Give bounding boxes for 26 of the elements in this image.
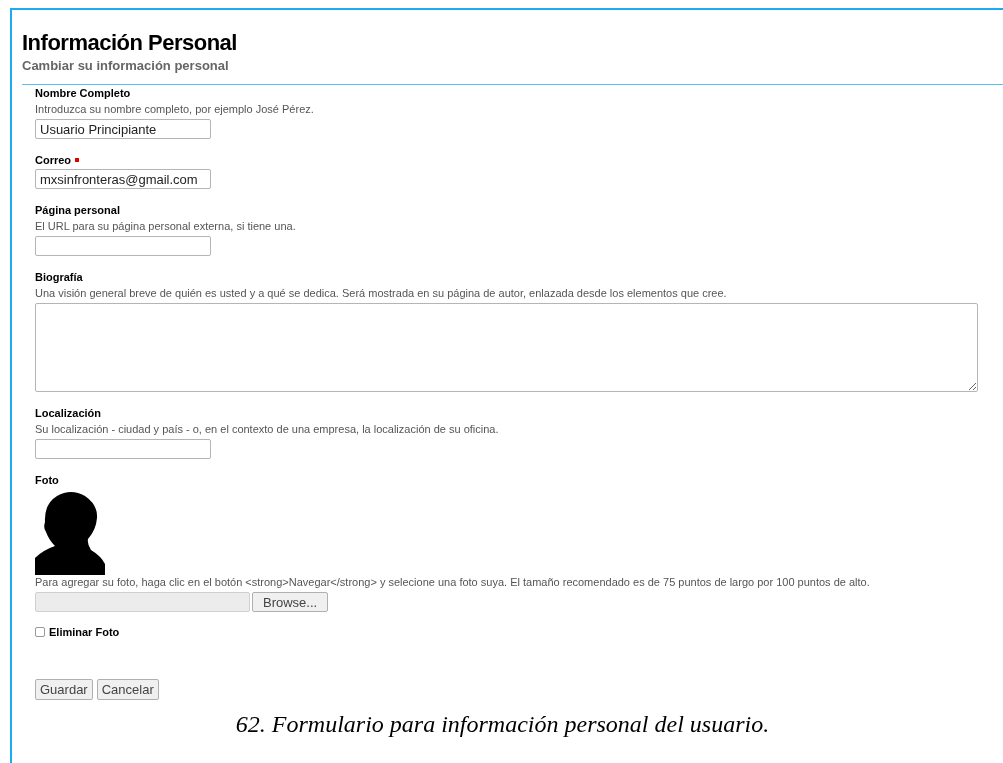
form-button[interactable]: Guardar bbox=[35, 678, 93, 700]
text-area[interactable] bbox=[35, 303, 978, 392]
figure-caption: 62. Formulario para información personal del usuario. bbox=[235, 709, 770, 738]
help-text: Introduzca su nombre completo, por ejemplo José Pérez. bbox=[35, 102, 315, 116]
help-text: Su localización - ciudad y país - o, en el contexto de una empresa, la localización de su oficina. bbox=[35, 422, 500, 436]
field-label: Localización bbox=[35, 406, 102, 420]
field-label: Foto bbox=[35, 473, 59, 487]
field-label: Correo bbox=[35, 153, 72, 167]
form-button[interactable]: Cancelar bbox=[96, 678, 159, 700]
help-text: El URL para su página personal externa, si tiene una. bbox=[35, 219, 297, 233]
help-text: Una visión general breve de quién es usted y a qué se dedica. Será mostrada en su página de autor, enlazada desde los elementos que cree. bbox=[35, 286, 728, 300]
field-label: Página personal bbox=[35, 203, 120, 217]
text-field[interactable] bbox=[35, 236, 211, 256]
text-field[interactable]: mxsinfronteras@gmail.com bbox=[35, 169, 211, 189]
browse-button[interactable]: Browse... bbox=[252, 592, 329, 612]
field-label: Biografía bbox=[35, 270, 83, 284]
page-subtitle: Cambiar su información personal bbox=[22, 58, 230, 74]
page-title: Información Personal bbox=[22, 30, 238, 56]
text-field[interactable] bbox=[35, 439, 211, 459]
checkbox[interactable] bbox=[35, 627, 45, 638]
file-path-field[interactable] bbox=[35, 592, 250, 612]
checkbox-label: Eliminar Foto bbox=[49, 625, 120, 640]
field-label: Nombre Completo bbox=[35, 86, 131, 100]
text-field[interactable]: Usuario Principiante bbox=[35, 119, 211, 139]
avatar-silhouette-icon bbox=[35, 490, 105, 575]
help-text: Para agregar su foto, haga clic en el botón <strong>Navegar</strong> y selecione una foto suya. El tamaño recomendado es de 75 puntos de largo por 100 puntos de alto. bbox=[35, 575, 871, 589]
